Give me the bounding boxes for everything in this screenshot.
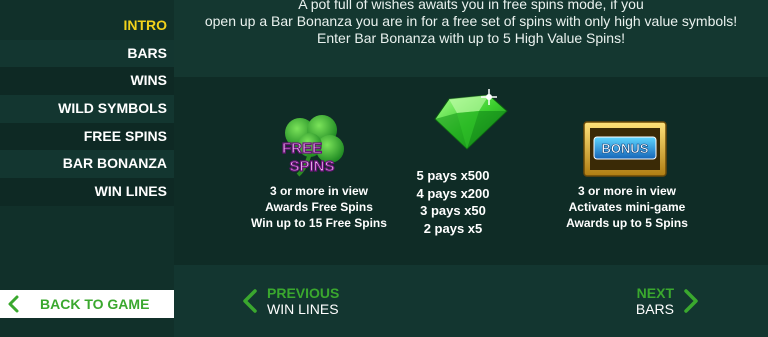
next-title: NEXT [636,285,674,301]
sidebar-item-wild-symbols[interactable]: WILD SYMBOLS [0,95,174,123]
chevron-left-icon [8,295,19,313]
free-spins-line-2: Awards Free Spins [265,200,373,214]
gem-paytable: 5 pays x500 4 pays x200 3 pays x50 2 pay… [398,167,508,237]
bonus-description: 3 or more in view Activates mini-game Aw… [552,183,702,231]
sidebar-item-bar-bonanza[interactable]: BAR BONANZA [0,150,174,179]
green-gem-icon [434,89,508,150]
sidebar-item-wins[interactable]: WINS [0,67,174,96]
previous-page-text: PREVIOUS WIN LINES [267,285,339,317]
bonus-plaque-icon: BONUS [583,121,667,177]
chevron-right-icon [684,289,698,313]
free-spins-line-3: Win up to 15 Free Spins [251,216,387,230]
free-spins-line-1: 3 or more in view [269,184,369,198]
next-page-button[interactable]: NEXT BARS [636,285,700,317]
sidebar-item-bars[interactable]: BARS [0,39,174,68]
gem-pay-5: 5 pays x500 [416,168,490,183]
previous-page-button[interactable]: PREVIOUS WIN LINES [241,285,339,317]
free-spins-description: 3 or more in view Awards Free Spins Win … [244,183,394,231]
back-to-game-label: BACK TO GAME [40,296,150,312]
intro-text: A pot full of wishes awaits you in free … [174,0,768,47]
bonus-line-1: 3 or more in view [577,184,677,198]
sidebar: INTRO BARS WINS WILD SYMBOLS FREE SPINS … [0,0,174,337]
svg-text:BONUS: BONUS [602,141,649,156]
sidebar-menu: INTRO BARS WINS WILD SYMBOLS FREE SPINS … [0,12,174,206]
free-spins-clover-icon: FREE SPINS [281,115,344,177]
back-to-game-button[interactable]: BACK TO GAME [0,290,174,318]
page-navigation: PREVIOUS WIN LINES NEXT BARS [174,265,768,337]
intro-line-1: A pot full of wishes awaits you in free … [298,0,644,12]
bonus-line-3: Awards up to 5 Spins [566,216,688,230]
sidebar-item-win-lines[interactable]: WIN LINES [0,178,174,206]
gem-pay-3: 3 pays x50 [420,203,486,218]
symbols-panel: FREE SPINS 3 or more in view Awards Free… [174,77,768,265]
next-page-text: NEXT BARS [636,285,674,317]
sidebar-item-free-spins[interactable]: FREE SPINS [0,122,174,151]
gem-pay-4: 4 pays x200 [416,185,490,201]
previous-title: PREVIOUS [267,285,340,301]
sidebar-item-intro[interactable]: INTRO [0,12,174,40]
intro-line-2: open up a Bar Bonanza you are in for a f… [204,13,738,29]
bonus-line-2: Activates mini-game [568,200,686,214]
svg-text:FREE: FREE [282,140,322,157]
svg-text:SPINS: SPINS [289,158,334,175]
intro-line-3: Enter Bar Bonanza with up to 5 High Valu… [317,30,625,46]
previous-subtitle: WIN LINES [267,301,339,317]
chevron-left-icon [243,289,257,313]
next-subtitle: BARS [635,301,674,317]
gem-pay-2: 2 pays x5 [423,220,483,236]
